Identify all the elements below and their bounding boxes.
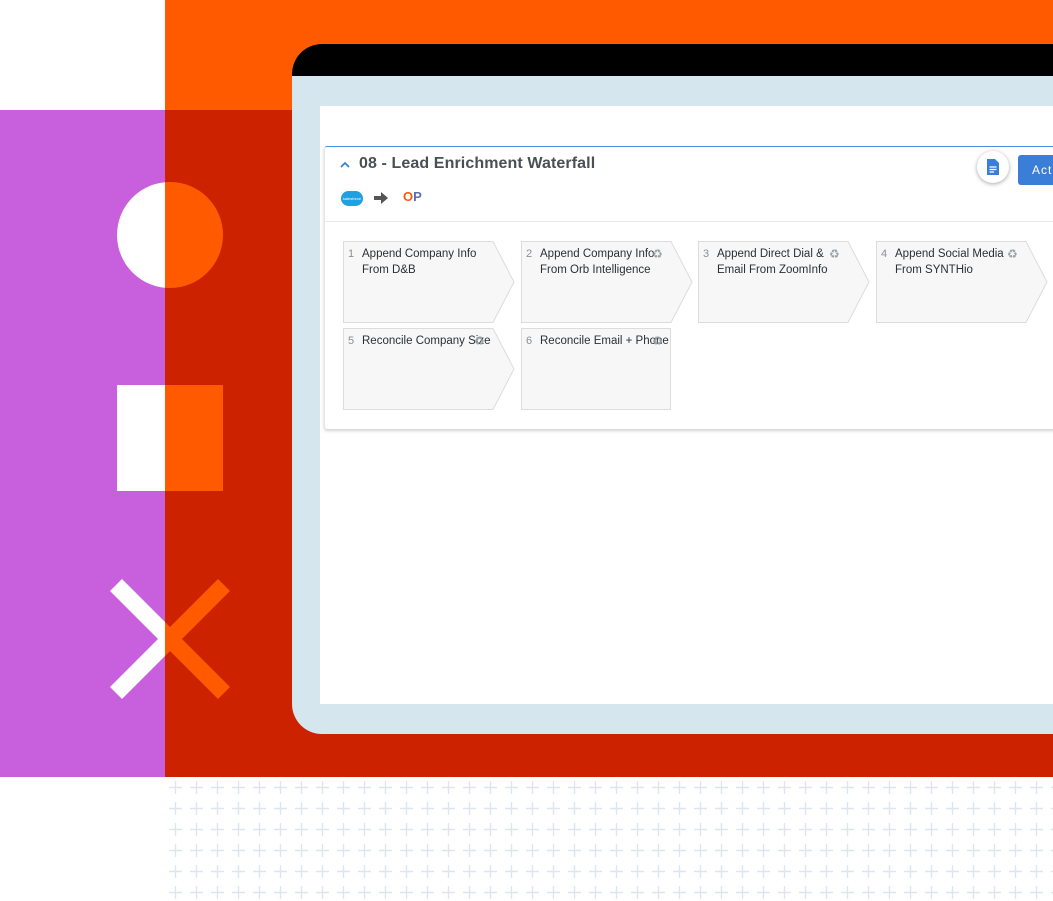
recycle-icon: ♻ bbox=[829, 247, 840, 261]
step-label: Reconcile Email + Phone bbox=[540, 335, 669, 347]
recycle-icon: ♻ bbox=[652, 334, 663, 348]
workflow-card: 08 - Lead Enrichment Waterfall salesforc… bbox=[324, 146, 1053, 429]
openprise-logo-icon: OP bbox=[403, 189, 422, 204]
step-number: 4 bbox=[881, 248, 888, 260]
actions-button[interactable]: Actions bbox=[1018, 155, 1053, 185]
workflow-step-6[interactable]: 6 Reconcile Email + Phone ♻ bbox=[521, 328, 691, 410]
recycle-icon: ♻ bbox=[652, 247, 663, 261]
document-icon bbox=[987, 159, 999, 175]
step-number: 1 bbox=[348, 248, 355, 260]
step-label: Append Social Media From SYNTHio bbox=[895, 248, 1004, 276]
device-top-bar bbox=[292, 44, 1053, 76]
workflow-step-1[interactable]: 1 Append Company Info From D&B bbox=[343, 241, 515, 323]
workflow-step-5[interactable]: 5 Reconcile Company Size ♻ bbox=[343, 328, 515, 410]
recycle-icon: ♻ bbox=[474, 334, 485, 348]
step-number: 6 bbox=[526, 335, 533, 347]
step-number: 2 bbox=[526, 248, 533, 260]
step-number: 5 bbox=[348, 335, 355, 347]
workflow-step-4[interactable]: 4 Append Social Media From SYNTHio ♻ bbox=[876, 241, 1048, 323]
workflow-step-3[interactable]: 3 Append Direct Dial & Email From ZoomIn… bbox=[698, 241, 870, 323]
step-label: Append Company Info From Orb Intelligenc… bbox=[540, 248, 655, 276]
workflow-title: 08 - Lead Enrichment Waterfall bbox=[359, 155, 596, 172]
chevron-up-icon[interactable] bbox=[339, 159, 353, 173]
card-divider bbox=[325, 221, 1053, 222]
app-screen: 08 - Lead Enrichment Waterfall salesforc… bbox=[320, 106, 1053, 704]
arrow-right-icon bbox=[373, 190, 389, 210]
document-button[interactable] bbox=[977, 151, 1009, 183]
workflow-step-2[interactable]: 2 Append Company Info From Orb Intellige… bbox=[521, 241, 693, 323]
step-label: Append Direct Dial & Email From ZoomInfo bbox=[717, 248, 828, 276]
recycle-icon: ♻ bbox=[1007, 247, 1018, 261]
salesforce-logo-icon: salesforce bbox=[341, 191, 363, 206]
step-label: Append Company Info From D&B bbox=[362, 248, 477, 276]
decorative-shapes bbox=[110, 182, 230, 699]
step-number: 3 bbox=[703, 248, 710, 260]
step-label: Reconcile Company Size bbox=[362, 335, 491, 347]
device-frame: 08 - Lead Enrichment Waterfall salesforc… bbox=[292, 44, 1053, 734]
